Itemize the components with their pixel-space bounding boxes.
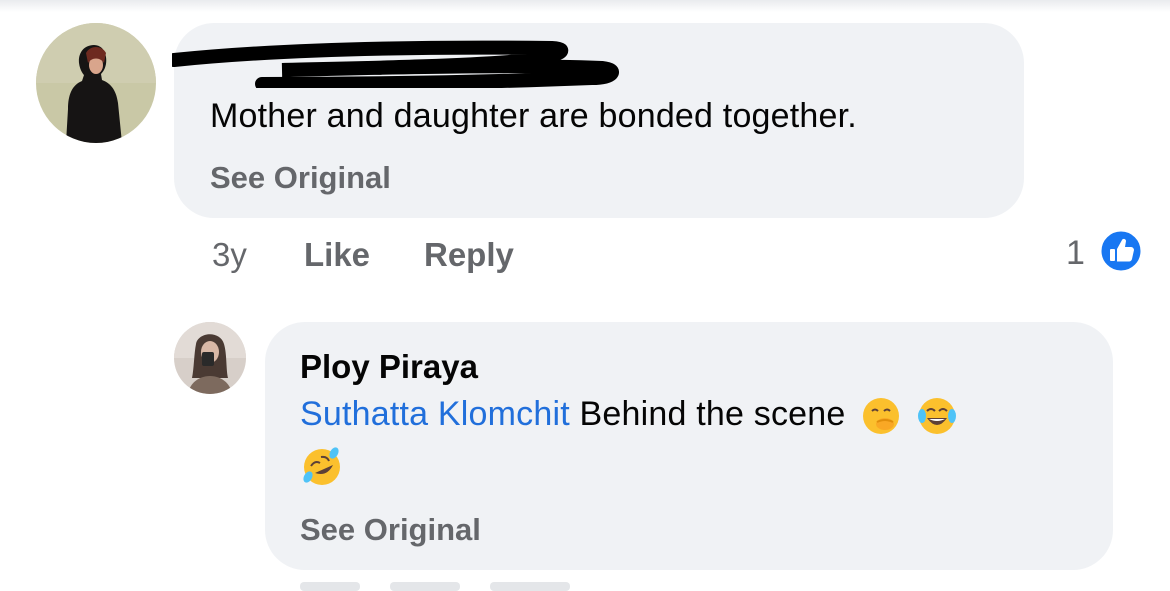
reply-text-line: Suthatta Klomchit Behind the scene (300, 394, 957, 436)
mention-link[interactable]: Suthatta Klomchit (300, 395, 570, 433)
previous-content-edge (0, 0, 1170, 12)
reply-author-name[interactable]: Ploy Piraya (300, 348, 478, 386)
comment-age[interactable]: 3y (212, 236, 247, 274)
next-content-edge (300, 582, 570, 591)
reply-see-original-link[interactable]: See Original (300, 512, 481, 548)
reply-button[interactable]: Reply (424, 236, 514, 274)
see-original-link[interactable]: See Original (210, 160, 391, 196)
rolling-on-the-floor-laughing-emoji (303, 447, 340, 485)
reaction-count[interactable]: 1 (1066, 234, 1085, 273)
like-button[interactable]: Like (304, 236, 370, 274)
comment-text: Mother and daughter are bonded together. (210, 97, 857, 135)
reply-author-avatar[interactable] (174, 322, 246, 394)
face-with-tears-of-joy-emoji (917, 398, 956, 435)
commenter-avatar[interactable] (36, 23, 156, 143)
like-icon[interactable] (1098, 228, 1144, 274)
emoji-row (302, 447, 342, 487)
redacted-author-name (172, 40, 620, 88)
face-with-hand-over-mouth-emoji (863, 398, 900, 435)
reply-text: Behind the scene (579, 395, 846, 433)
